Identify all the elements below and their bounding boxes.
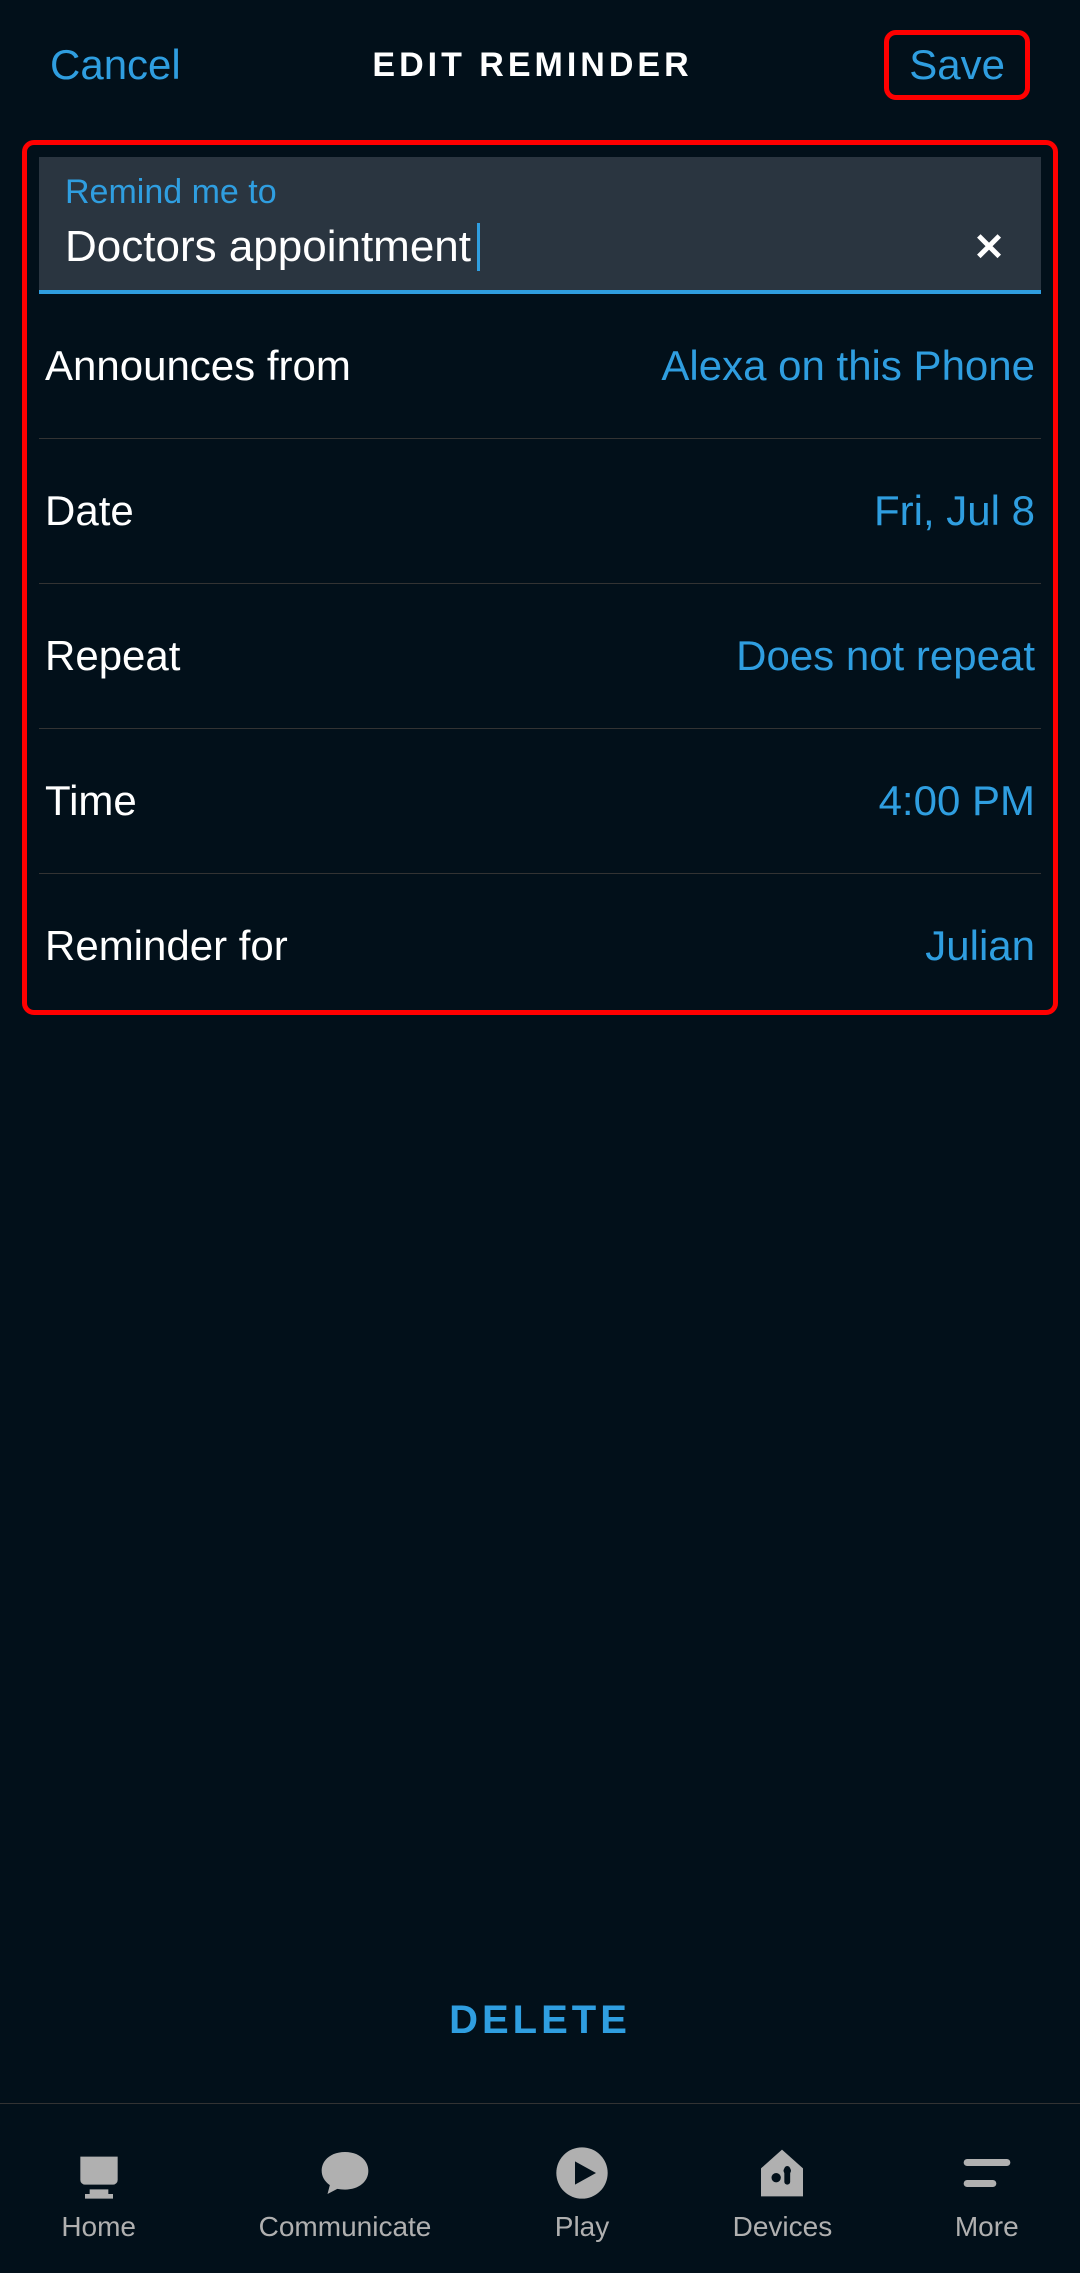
communicate-icon xyxy=(317,2145,373,2201)
date-label: Date xyxy=(45,487,134,535)
header: Cancel EDIT REMINDER Save xyxy=(0,0,1080,130)
reminder-for-label: Reminder for xyxy=(45,922,288,970)
reminder-for-row[interactable]: Reminder for Julian xyxy=(39,874,1041,980)
nav-communicate[interactable]: Communicate xyxy=(259,2145,432,2243)
nav-play[interactable]: Play xyxy=(554,2145,610,2243)
nav-more[interactable]: More xyxy=(955,2145,1019,2243)
repeat-row[interactable]: Repeat Does not repeat xyxy=(39,584,1041,729)
nav-more-label: More xyxy=(955,2211,1019,2243)
time-row[interactable]: Time 4:00 PM xyxy=(39,729,1041,874)
cancel-button[interactable]: Cancel xyxy=(50,41,181,89)
devices-icon xyxy=(754,2145,810,2201)
nav-home[interactable]: Home xyxy=(61,2145,136,2243)
home-icon xyxy=(71,2145,127,2201)
reminder-text-value[interactable]: Doctors appointment xyxy=(65,222,480,272)
bottom-nav: Home Communicate Play Devices More xyxy=(0,2103,1080,2273)
nav-play-label: Play xyxy=(555,2211,609,2243)
clear-text-icon[interactable]: ✕ xyxy=(963,225,1015,270)
time-label: Time xyxy=(45,777,137,825)
reminder-text-label: Remind me to xyxy=(65,173,1015,212)
repeat-value: Does not repeat xyxy=(736,632,1035,680)
reminder-for-value: Julian xyxy=(925,922,1035,970)
announces-from-row[interactable]: Announces from Alexa on this Phone xyxy=(39,294,1041,439)
text-cursor xyxy=(477,223,480,271)
nav-home-label: Home xyxy=(61,2211,136,2243)
announces-from-label: Announces from xyxy=(45,342,351,390)
date-row[interactable]: Date Fri, Jul 8 xyxy=(39,439,1041,584)
delete-button[interactable]: DELETE xyxy=(0,1998,1080,2043)
repeat-label: Repeat xyxy=(45,632,180,680)
more-icon xyxy=(959,2145,1015,2201)
nav-devices[interactable]: Devices xyxy=(733,2145,833,2243)
reminder-text-content: Doctors appointment xyxy=(65,222,471,272)
page-title: EDIT REMINDER xyxy=(372,46,692,85)
reminder-text-row: Doctors appointment ✕ xyxy=(65,222,1015,272)
reminder-text-field[interactable]: Remind me to Doctors appointment ✕ xyxy=(39,157,1041,294)
nav-devices-label: Devices xyxy=(733,2211,833,2243)
nav-communicate-label: Communicate xyxy=(259,2211,432,2243)
save-button[interactable]: Save xyxy=(884,30,1030,100)
time-value: 4:00 PM xyxy=(879,777,1035,825)
announces-from-value: Alexa on this Phone xyxy=(661,342,1035,390)
play-icon xyxy=(554,2145,610,2201)
reminder-form: Remind me to Doctors appointment ✕ Annou… xyxy=(22,140,1058,1015)
date-value: Fri, Jul 8 xyxy=(874,487,1035,535)
